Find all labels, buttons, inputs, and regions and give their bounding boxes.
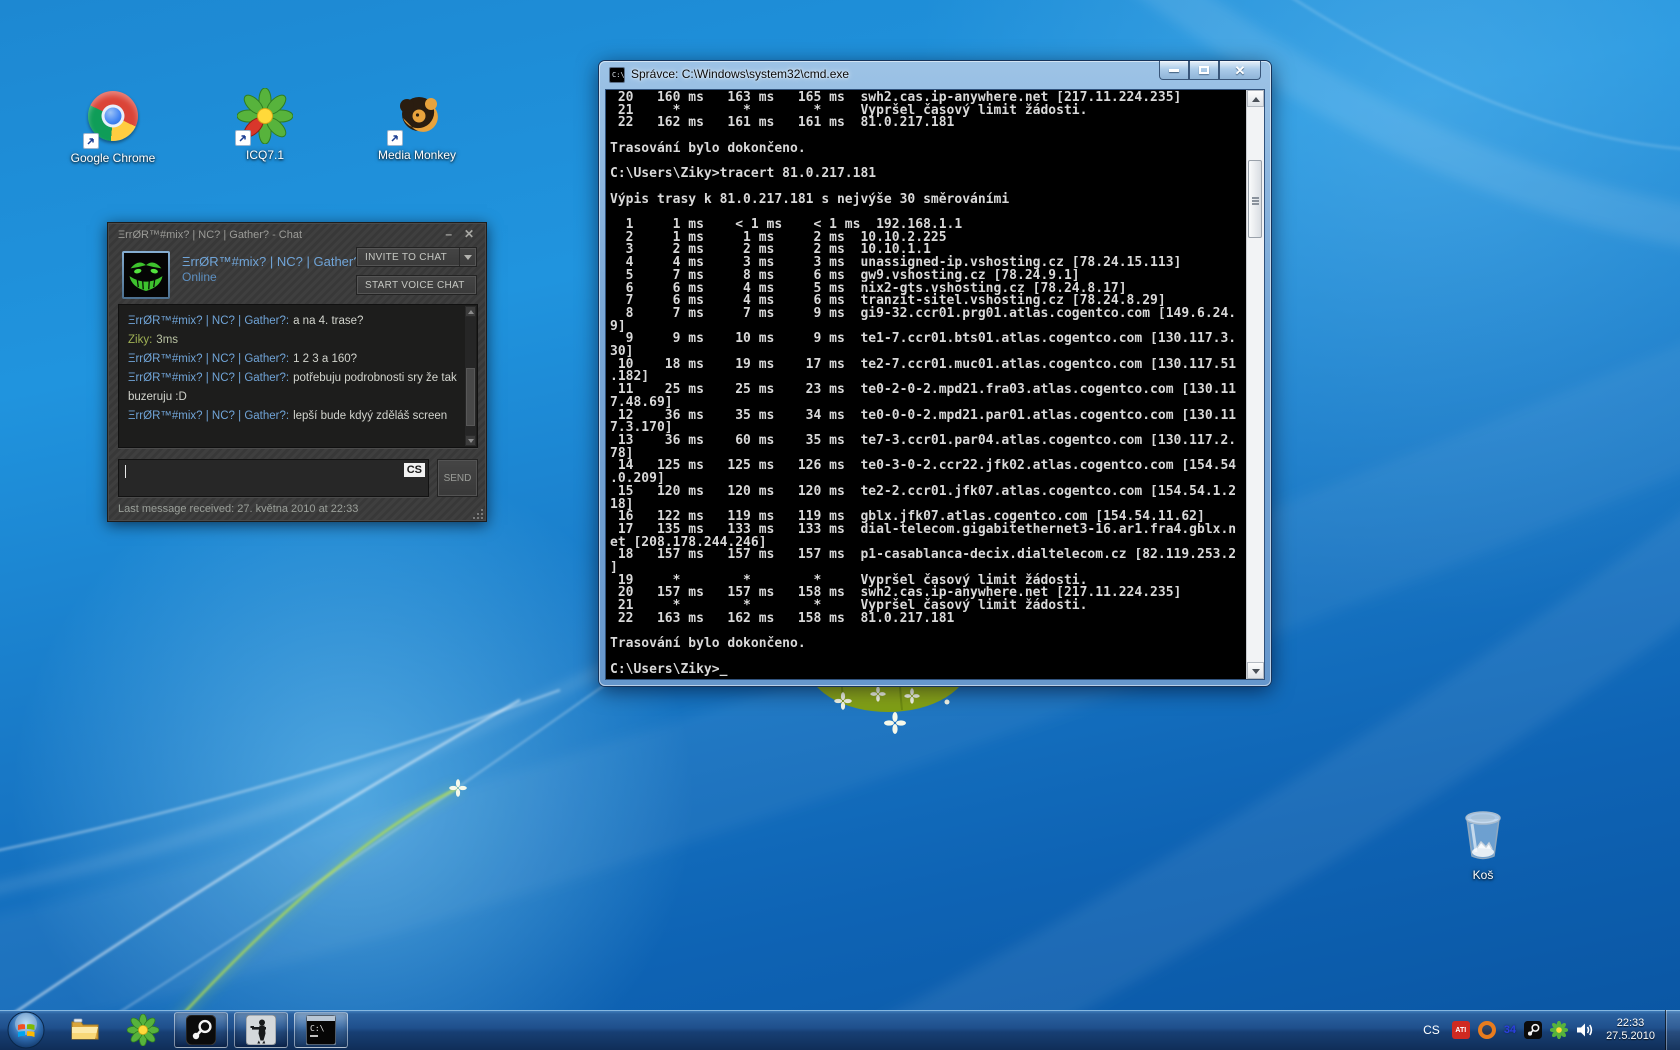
desktop-icon-label: ICQ7.1 — [220, 148, 310, 163]
invite-to-chat-button[interactable]: INVITE TO CHAT — [356, 247, 477, 267]
scroll-down-button[interactable] — [465, 435, 476, 446]
clock[interactable]: 22:33 27.5.2010 — [1606, 1017, 1655, 1043]
desktop-icon-google-chrome[interactable]: Google Chrome — [68, 88, 158, 166]
taskbar-icq-button[interactable] — [116, 1012, 170, 1048]
scroll-down-button[interactable] — [1247, 662, 1264, 679]
minimize-button[interactable] — [1159, 61, 1189, 80]
chat-message: Ziky 3ms — [128, 331, 461, 350]
desktop-icon-label: Media Monkey — [372, 148, 462, 163]
shortcut-arrow-icon — [387, 130, 403, 146]
chat-minimize-button[interactable]: – — [445, 227, 452, 241]
chat-history[interactable]: ΞrrØR™#mix? | NC? | Gather? a na 4. trase… — [118, 304, 478, 448]
scrollbar-thumb[interactable] — [1248, 160, 1262, 238]
chat-titlebar[interactable]: ΞrrØR™#mix? | NC? | Gather? - Chat – ✕ — [108, 223, 486, 245]
chat-message: ΞrrØR™#mix? | NC? | Gather? a na 4. trase… — [128, 312, 461, 331]
temperature-indicator[interactable]: 34 — [1504, 1024, 1516, 1036]
explorer-folder-icon — [69, 1014, 101, 1046]
friend-name[interactable]: ΞrrØR™#mix? | NC? | Gather? — [182, 254, 373, 269]
message-text: 3ms — [156, 334, 178, 346]
cmd-window-title: Správce: C:\Windows\system32\cmd.exe — [631, 67, 849, 81]
steam-icon — [186, 1015, 216, 1045]
friend-status: Online — [182, 270, 217, 284]
arrow-up-icon — [468, 310, 474, 314]
taskbar: C:\ CS ATI 34 — [0, 1010, 1680, 1050]
message-sender: ΞrrØR™#mix? | NC? | Gather? — [128, 315, 289, 327]
message-sender: ΞrrØR™#mix? | NC? | Gather? — [128, 372, 289, 384]
shortcut-arrow-icon — [83, 133, 99, 149]
counter-strike-icon — [246, 1015, 276, 1045]
start-voice-chat-button[interactable]: START VOICE CHAT — [356, 275, 477, 295]
close-icon: ✕ — [1235, 64, 1246, 77]
chat-message: ΞrrØR™#mix? | NC? | Gather? 1 2 3 a 160? — [128, 350, 461, 369]
icq-flower-icon — [127, 1014, 159, 1046]
taskbar-cmd-button[interactable]: C:\ — [294, 1012, 348, 1048]
clock-time: 22:33 — [1606, 1017, 1655, 1030]
clock-date: 27.5.2010 — [1606, 1030, 1655, 1043]
chat-message: ΞrrØR™#mix? | NC? | Gather?potřebuju pod… — [128, 369, 461, 407]
resize-grip[interactable] — [471, 507, 483, 519]
message-sender: Ziky — [128, 334, 152, 346]
language-indicator[interactable]: CS — [1415, 1023, 1448, 1037]
thumb-grip-icon — [1252, 197, 1259, 199]
message-text: 1 2 3 a 160? — [293, 353, 357, 365]
scroll-up-button[interactable] — [1247, 90, 1264, 107]
scroll-up-button[interactable] — [465, 306, 476, 317]
chat-close-button[interactable]: ✕ — [464, 227, 474, 241]
message-input[interactable]: CS — [118, 459, 429, 497]
desktop-icon-recycle-bin[interactable]: Koš — [1438, 804, 1528, 883]
arrow-down-icon — [468, 439, 474, 443]
recycle-bin-icon — [1458, 804, 1508, 864]
cmd-window[interactable]: C:\ Správce: C:\Windows\system32\cmd.exe… — [599, 61, 1271, 686]
console-text: 20 160 ms 163 ms 165 ms swh2.cas.ip-anyw… — [610, 92, 1236, 676]
close-button[interactable]: ✕ — [1219, 61, 1261, 80]
console-scrollbar[interactable] — [1246, 90, 1264, 679]
taskbar-explorer-button[interactable] — [58, 1012, 112, 1048]
cmd-titlebar[interactable]: C:\ Správce: C:\Windows\system32\cmd.exe… — [599, 61, 1271, 89]
scrollbar-thumb[interactable] — [466, 368, 475, 426]
desktop-icon-icq[interactable]: ICQ7.1 — [220, 88, 310, 163]
avatar-skull-art — [124, 253, 168, 297]
send-button[interactable]: SEND — [437, 459, 478, 497]
message-text: a na 4. trase? — [293, 315, 363, 327]
arrow-up-icon — [1252, 97, 1260, 102]
chat-scrollbar[interactable] — [465, 306, 476, 446]
svg-text:C:\: C:\ — [310, 1024, 325, 1033]
message-text: lepší bude kdyý zděláš screen — [293, 410, 447, 422]
steam-chat-window[interactable]: ΞrrØR™#mix? | NC? | Gather? - Chat – ✕ Ξ… — [107, 222, 487, 522]
minimize-icon — [1169, 69, 1179, 72]
icq-tray-icon[interactable] — [1550, 1021, 1568, 1039]
shortcut-arrow-icon — [235, 130, 251, 146]
console-output[interactable]: 20 160 ms 163 ms 165 ms swh2.cas.ip-anyw… — [605, 89, 1265, 680]
chevron-down-icon — [464, 255, 472, 260]
desktop: Google Chrome — [0, 0, 1680, 1050]
maximize-icon — [1199, 66, 1209, 74]
volume-icon[interactable] — [1576, 1021, 1594, 1039]
chat-window-title: ΞrrØR™#mix? | NC? | Gather? - Chat — [118, 229, 302, 241]
system-tray: CS ATI 34 — [1415, 1010, 1680, 1050]
keyboard-language-badge: CS — [404, 463, 425, 477]
avatar[interactable] — [122, 251, 170, 299]
maximize-button[interactable] — [1189, 61, 1219, 80]
last-message-status: Last message received: 27. května 2010 a… — [118, 503, 358, 515]
windows-logo-icon — [7, 1011, 45, 1049]
cmd-icon: C:\ — [306, 1015, 336, 1045]
desktop-icon-label: Koš — [1438, 868, 1528, 883]
chat-message: ΞrrØR™#mix? | NC? | Gather? lepší bude kd… — [128, 407, 461, 426]
desktop-icon-label: Google Chrome — [68, 151, 158, 166]
arrow-down-icon — [1252, 669, 1260, 674]
start-button[interactable] — [4, 1012, 48, 1048]
steam-tray-icon[interactable] — [1524, 1021, 1542, 1039]
cmd-app-icon: C:\ — [609, 67, 625, 83]
message-sender: ΞrrØR™#mix? | NC? | Gather? — [128, 353, 289, 365]
show-desktop-button[interactable] — [1665, 1010, 1680, 1050]
ati-tray-icon[interactable]: ATI — [1452, 1021, 1470, 1039]
invite-dropdown[interactable] — [459, 248, 476, 266]
desktop-icon-mediamonkey[interactable]: Media Monkey — [372, 88, 462, 163]
message-sender: ΞrrØR™#mix? | NC? | Gather? — [128, 410, 289, 422]
text-caret — [125, 465, 126, 478]
taskbar-steam-button[interactable] — [174, 1012, 228, 1048]
catalyst-tray-icon[interactable] — [1478, 1021, 1496, 1039]
taskbar-counterstrike-button[interactable] — [234, 1012, 288, 1048]
